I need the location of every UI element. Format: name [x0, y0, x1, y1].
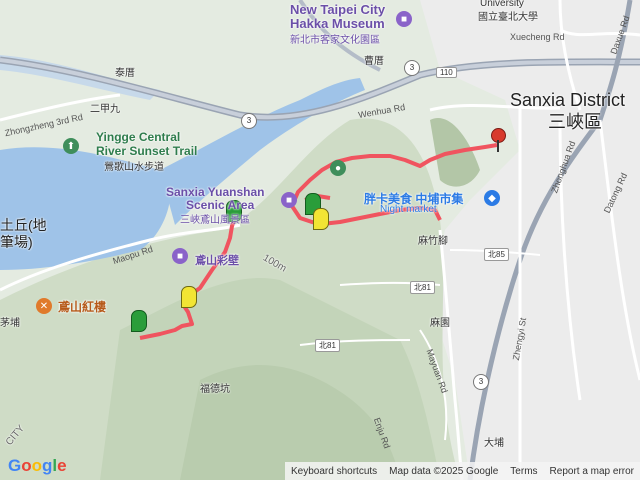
- fudekeng-label: 福德坑: [200, 384, 230, 395]
- yuanshan-scenic-label-en2[interactable]: Scenic Area: [186, 198, 254, 212]
- route-3-shield: 3: [404, 60, 420, 76]
- sanxia-district-label-zh: 三峽區: [548, 112, 602, 132]
- hakka-museum-label-en1[interactable]: New Taipei City: [290, 2, 385, 17]
- end-pin-stem: [497, 140, 499, 152]
- hakka-museum-label-en2[interactable]: Hakka Museum: [290, 16, 385, 31]
- dapu-label: 大埔: [484, 438, 504, 449]
- erjia-label: 二甲九: [90, 104, 120, 115]
- scenic-area-icon[interactable]: ■: [281, 192, 297, 208]
- report-error-link[interactable]: Report a map error: [550, 466, 634, 477]
- yingge-trail-label-zh: 鶯歌山水步道: [104, 162, 164, 173]
- terms-link[interactable]: Terms: [510, 466, 537, 477]
- caoling-label: 曹厝: [364, 56, 384, 67]
- wall-photo-icon[interactable]: ■: [172, 248, 188, 264]
- park-icon[interactable]: ●: [330, 160, 346, 176]
- yingge-trail-label-en1[interactable]: Yingge Central: [96, 130, 180, 144]
- maopu-area-label: 茅埔: [0, 318, 20, 329]
- hakka-museum-label-zh: 新北市客家文化園區: [290, 35, 380, 46]
- tuqiu-label-2: 筆場): [0, 234, 33, 250]
- restaurant-icon[interactable]: ✕: [36, 298, 52, 314]
- yingge-trail-label-en2[interactable]: River Sunset Trail: [96, 144, 197, 158]
- start-flag-icon[interactable]: [131, 310, 147, 332]
- zhongzhu-label: 麻竹腳: [418, 236, 448, 247]
- university-label-zh: 國立臺北大學: [478, 12, 538, 23]
- xuecheng-rd-label: Xuecheng Rd: [510, 32, 565, 42]
- bei85-shield: 北85: [484, 248, 509, 261]
- trail-icon[interactable]: ⬆: [63, 138, 79, 154]
- map[interactable]: ■ ⬆ ■ ■ ● ✕ ◆ New Taipei City Hakka Muse…: [0, 0, 640, 480]
- shopping-icon[interactable]: ◆: [484, 190, 500, 206]
- restaurant-label[interactable]: 鳶山紅樓: [58, 298, 106, 315]
- keyboard-shortcuts-link[interactable]: Keyboard shortcuts: [291, 466, 377, 477]
- route-3-shield: 3: [473, 374, 489, 390]
- yuanshan-scenic-label-zh: 三峽鳶山風景區: [180, 215, 250, 226]
- night-market-label-en: Night market: [380, 204, 437, 215]
- mayuan-label: 麻園: [430, 318, 450, 329]
- waypoint-marker-icon[interactable]: [181, 286, 197, 308]
- bei81-shield: 北81: [410, 281, 435, 294]
- yuanshan-scenic-label-en1[interactable]: Sanxia Yuanshan: [166, 185, 265, 199]
- route-110-shield: 110: [436, 67, 457, 78]
- bei81-shield: 北81: [315, 339, 340, 352]
- waypoint-marker-icon[interactable]: [313, 208, 329, 230]
- painted-wall-label[interactable]: 鳶山彩壁: [195, 252, 239, 268]
- museum-icon[interactable]: ■: [396, 11, 412, 27]
- map-footer: Keyboard shortcuts Map data ©2025 Google…: [285, 462, 640, 480]
- google-logo: Google: [8, 456, 67, 475]
- map-canvas: [0, 0, 640, 480]
- taishan-label: 泰厝: [115, 68, 135, 79]
- route-3-shield: 3: [241, 113, 257, 129]
- map-data-text: Map data ©2025 Google: [389, 465, 499, 477]
